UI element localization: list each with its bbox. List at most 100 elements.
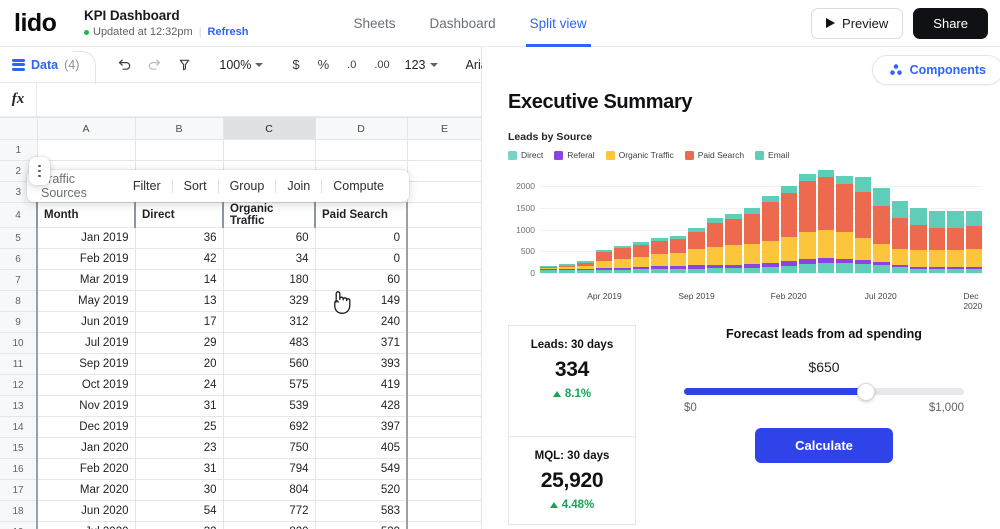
cell-organic[interactable]: 329: [222, 290, 316, 312]
table-row[interactable]: 9 Jun 2019 17 312 240: [0, 311, 481, 333]
cell-direct[interactable]: 20: [134, 353, 224, 375]
cell-direct[interactable]: 29: [134, 332, 224, 354]
cell-direct[interactable]: 17: [134, 311, 224, 333]
cell-paid[interactable]: 393: [314, 353, 408, 375]
cell-paid[interactable]: 60: [314, 269, 408, 291]
components-button[interactable]: Components: [871, 55, 1000, 85]
share-button[interactable]: Share: [913, 7, 988, 39]
cell[interactable]: [406, 181, 481, 203]
cell[interactable]: [314, 139, 408, 161]
currency-format-button[interactable]: $: [283, 53, 308, 76]
table-row[interactable]: 6 Feb 2019 42 34 0: [0, 248, 481, 270]
table-row[interactable]: 5 Jan 2019 36 60 0: [0, 227, 481, 249]
cell-paid[interactable]: 0: [314, 227, 408, 249]
table-row[interactable]: 19 Jul 2020 32 820 529: [0, 521, 481, 529]
row-header[interactable]: 17: [0, 479, 38, 501]
column-header-b[interactable]: B: [134, 117, 224, 140]
cell-paid[interactable]: 371: [314, 332, 408, 354]
tab-dashboard[interactable]: Dashboard: [430, 0, 496, 47]
group-button[interactable]: Group: [219, 179, 276, 193]
row-header[interactable]: 7: [0, 269, 38, 291]
cell-direct[interactable]: 31: [134, 395, 224, 417]
row-header[interactable]: 16: [0, 458, 38, 480]
column-header-a[interactable]: A: [36, 117, 136, 140]
cell-paid[interactable]: 520: [314, 479, 408, 501]
table-header-row[interactable]: 4 Month Direct Organic Traffic Paid Sear…: [0, 202, 481, 228]
cell-organic[interactable]: 312: [222, 311, 316, 333]
cell-organic[interactable]: 804: [222, 479, 316, 501]
cell[interactable]: [406, 353, 481, 375]
row-header[interactable]: 5: [0, 227, 38, 249]
cell-month[interactable]: Jun 2020: [36, 500, 136, 522]
row-header[interactable]: 6: [0, 248, 38, 270]
join-button[interactable]: Join: [276, 179, 321, 193]
data-tab-button[interactable]: Data (4): [0, 47, 97, 84]
table-row[interactable]: 15 Jan 2020 23 750 405: [0, 437, 481, 459]
cell-direct[interactable]: 13: [134, 290, 224, 312]
cell-organic[interactable]: 820: [222, 521, 316, 529]
cell-direct[interactable]: 32: [134, 521, 224, 529]
cell-direct[interactable]: 42: [134, 248, 224, 270]
cell-month[interactable]: Jan 2020: [36, 437, 136, 459]
cell-organic[interactable]: 794: [222, 458, 316, 480]
row-header[interactable]: 9: [0, 311, 38, 333]
cell-month[interactable]: Feb 2020: [36, 458, 136, 480]
cell-paid[interactable]: 0: [314, 248, 408, 270]
row-header[interactable]: 13: [0, 395, 38, 417]
cell[interactable]: [406, 227, 481, 249]
undo-button[interactable]: [109, 51, 139, 79]
cell[interactable]: [406, 160, 481, 182]
cell[interactable]: [406, 395, 481, 417]
cell-month[interactable]: Mar 2019: [36, 269, 136, 291]
cell-month[interactable]: May 2019: [36, 290, 136, 312]
formula-input[interactable]: [37, 82, 481, 117]
cell-direct[interactable]: 25: [134, 416, 224, 438]
row-header[interactable]: 12: [0, 374, 38, 396]
table-row[interactable]: 12 Oct 2019 24 575 419: [0, 374, 481, 396]
row-header[interactable]: 18: [0, 500, 38, 522]
cell-direct[interactable]: 23: [134, 437, 224, 459]
percent-format-button[interactable]: %: [309, 53, 339, 76]
cell-month[interactable]: Jun 2019: [36, 311, 136, 333]
header-cell-paid-search[interactable]: Paid Search: [314, 202, 408, 228]
cell-month[interactable]: Mar 2020: [36, 479, 136, 501]
cell-direct[interactable]: 31: [134, 458, 224, 480]
header-cell-month[interactable]: Month: [36, 202, 136, 228]
table-row[interactable]: 10 Jul 2019 29 483 371: [0, 332, 481, 354]
sort-button[interactable]: Sort: [173, 179, 218, 193]
spreadsheet-grid[interactable]: A B C D E 1 2 3 4 Month Direct Organic T…: [0, 117, 481, 529]
row-header[interactable]: 8: [0, 290, 38, 312]
cell[interactable]: [406, 458, 481, 480]
cell[interactable]: [406, 311, 481, 333]
cell[interactable]: [222, 139, 316, 161]
redo-button[interactable]: [139, 51, 169, 79]
zoom-dropdown[interactable]: 100%: [213, 54, 269, 76]
app-logo[interactable]: lido: [14, 9, 76, 38]
cell[interactable]: [406, 500, 481, 522]
cell[interactable]: [406, 248, 481, 270]
slider-handle[interactable]: [857, 382, 875, 401]
cell[interactable]: [406, 202, 481, 228]
cell-organic[interactable]: 772: [222, 500, 316, 522]
clear-formatting-button[interactable]: [169, 51, 199, 79]
table-row[interactable]: 13 Nov 2019 31 539 428: [0, 395, 481, 417]
preview-button[interactable]: Preview: [811, 7, 904, 39]
cell-paid[interactable]: 419: [314, 374, 408, 396]
cell[interactable]: [406, 437, 481, 459]
cell[interactable]: [134, 139, 224, 161]
cell-organic[interactable]: 60: [222, 227, 316, 249]
table-row[interactable]: 11 Sep 2019 20 560 393: [0, 353, 481, 375]
cell[interactable]: [36, 139, 136, 161]
row-header[interactable]: 11: [0, 353, 38, 375]
filter-button[interactable]: Filter: [122, 179, 172, 193]
cell-direct[interactable]: 14: [134, 269, 224, 291]
cell-paid[interactable]: 428: [314, 395, 408, 417]
column-header-d[interactable]: D: [314, 117, 408, 140]
cell-direct[interactable]: 54: [134, 500, 224, 522]
cell-organic[interactable]: 539: [222, 395, 316, 417]
table-row[interactable]: 1: [0, 139, 481, 161]
row-header[interactable]: 10: [0, 332, 38, 354]
cell-month[interactable]: Nov 2019: [36, 395, 136, 417]
cell[interactable]: [406, 269, 481, 291]
cell-paid[interactable]: 149: [314, 290, 408, 312]
